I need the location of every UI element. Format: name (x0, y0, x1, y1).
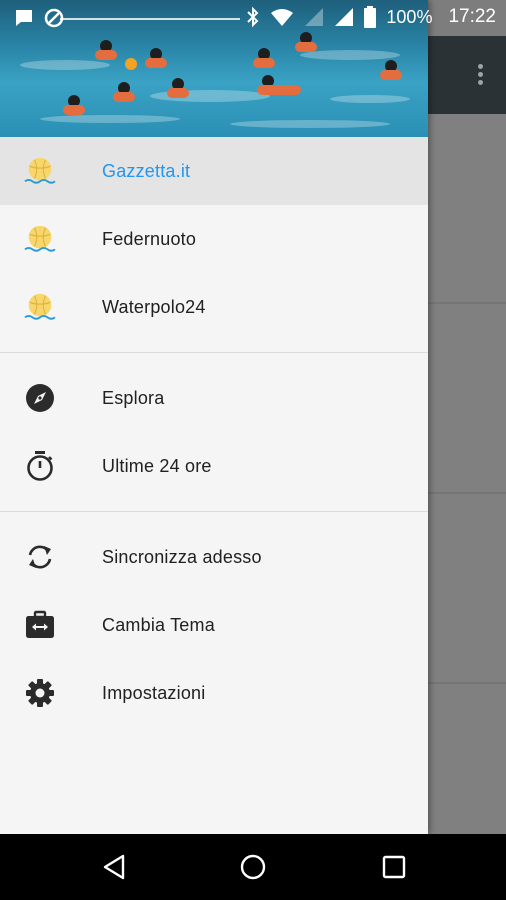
drawer-item-sincronizza[interactable]: Sincronizza adesso (0, 523, 428, 591)
compass-icon (24, 382, 56, 414)
drawer-item-cambia-tema[interactable]: Cambia Tema (0, 591, 428, 659)
timer-icon (24, 450, 56, 482)
drawer-item-label: Federnuoto (102, 228, 197, 249)
drawer-item-label: Waterpolo24 (102, 296, 206, 317)
overflow-menu-icon[interactable] (476, 64, 484, 88)
waterpolo-ball-icon (24, 291, 56, 323)
divider (0, 511, 428, 512)
news-card[interactable] (428, 304, 506, 494)
drawer-item-label: Gazzetta.it (102, 160, 191, 181)
news-card[interactable] (428, 114, 506, 304)
drawer-item-label: Impostazioni (102, 682, 206, 703)
recents-icon (382, 855, 406, 879)
back-button[interactable] (99, 852, 129, 882)
message-icon (16, 10, 32, 26)
drawer-item-waterpolo24[interactable]: Waterpolo24 (0, 273, 428, 341)
divider (0, 352, 428, 353)
drawer-item-label: Ultime 24 ore (102, 455, 212, 476)
bluetooth-icon (247, 6, 259, 28)
drawer-menu: Gazzetta.it Federnuoto Waterpolo24 Esplo… (0, 137, 428, 727)
switch-theme-icon (24, 609, 56, 641)
signal-icon (335, 8, 354, 26)
drawer-item-label: Cambia Tema (102, 614, 215, 635)
home-icon (240, 854, 266, 880)
drawer-item-label: Sincronizza adesso (102, 546, 262, 567)
battery-level: 100% (386, 6, 433, 27)
drawer-item-gazzetta[interactable]: Gazzetta.it (0, 137, 428, 205)
drawer-item-federnuoto[interactable]: Federnuoto (0, 205, 428, 273)
drawer-item-ultime-24-ore[interactable]: Ultime 24 ore (0, 432, 428, 500)
waterpolo-ball-icon (24, 155, 56, 187)
navigation-drawer: Gazzetta.it Federnuoto Waterpolo24 Esplo… (0, 0, 428, 834)
status-time: 17:22 (448, 6, 496, 27)
blocked-icon (44, 8, 64, 28)
wifi-icon (271, 9, 294, 26)
recents-button[interactable] (379, 852, 409, 882)
battery-icon (364, 6, 377, 28)
news-card[interactable] (428, 684, 506, 834)
home-button[interactable] (238, 852, 268, 882)
drawer-item-label: Esplora (102, 387, 165, 408)
waterpolo-ball-icon (24, 223, 56, 255)
sync-icon (24, 541, 56, 573)
drawer-item-impostazioni[interactable]: Impostazioni (0, 659, 428, 727)
settings-icon (24, 677, 56, 709)
news-card[interactable] (428, 494, 506, 684)
back-icon (103, 854, 125, 880)
status-bar: 100% 17:22 (0, 0, 506, 36)
signal-icon (305, 8, 324, 26)
drawer-item-esplora[interactable]: Esplora (0, 364, 428, 432)
system-nav-bar (0, 834, 506, 900)
